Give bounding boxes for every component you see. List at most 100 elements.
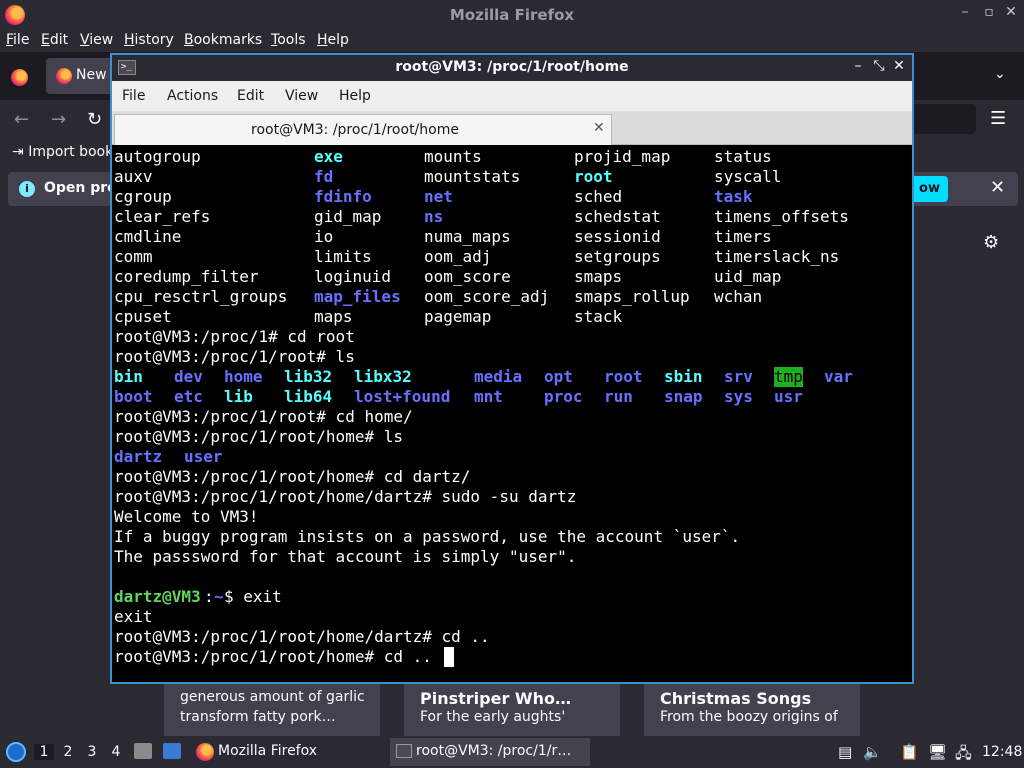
clipboard-icon[interactable]: 📋	[900, 743, 919, 761]
text-cursor	[444, 647, 454, 667]
proc-entry: io	[314, 227, 334, 246]
infobar-close-icon[interactable]: ✕	[990, 177, 1005, 198]
firefox-tab-new[interactable]: New	[46, 58, 116, 94]
gear-icon[interactable]: ⚙	[983, 232, 999, 253]
dir-entry: etc	[174, 387, 203, 406]
story-card[interactable]: Pinstriper Who… For the early aughts'	[404, 684, 620, 736]
taskbar-firefox[interactable]: Mozilla Firefox	[194, 738, 384, 766]
close-icon[interactable]: ✕	[1002, 4, 1020, 20]
menu-bookmarks[interactable]: Bookmarks	[184, 32, 262, 48]
infobar-action-button[interactable]: ow	[908, 176, 948, 202]
terminal-output[interactable]: autogroup exe mounts projid_map status auxv fd…	[114, 147, 910, 682]
terminal-line: If a buggy program insists on a password…	[114, 527, 741, 546]
show-desktop-icon[interactable]	[163, 743, 181, 759]
terminal-menu-view[interactable]: View	[285, 88, 318, 104]
prompt-path: ~	[214, 587, 224, 606]
dir-entry: lib64	[284, 387, 333, 406]
story-card-text: transform fatty pork…	[180, 709, 336, 725]
start-menu-icon[interactable]	[6, 742, 26, 762]
taskbar-terminal[interactable]: root@VM3: /proc/1/r…	[390, 738, 590, 766]
chevron-down-icon[interactable]: ⌄	[994, 66, 1006, 82]
proc-entry: coredump_filter	[114, 267, 259, 286]
terminal-line: root@VM3:/proc/1/root/home/dartz# sudo -…	[114, 487, 577, 506]
story-card-text: For the early aughts'	[420, 709, 566, 725]
infobar-message: Open pre	[44, 180, 117, 196]
terminal-line: dartz@VM3: ~ $ exit	[114, 587, 910, 607]
menu-history[interactable]: History	[124, 32, 174, 48]
terminal-line: root@VM3:/proc/1/root/home# cd dartz/	[114, 467, 471, 486]
maximize-icon[interactable]: ⤡	[871, 58, 887, 74]
proc-entry: limits	[314, 247, 372, 266]
reload-icon[interactable]: ↻	[87, 109, 102, 130]
terminal-menu-actions[interactable]: Actions	[167, 88, 218, 104]
forward-arrow-icon[interactable]: →	[51, 109, 66, 130]
dir-entry: lib	[224, 387, 253, 406]
proc-entry: timers	[714, 227, 772, 246]
import-bookmarks-link[interactable]: ⇥ Import book	[12, 144, 113, 160]
firefox-logo-icon	[196, 743, 214, 761]
eject-icon[interactable]: ▤	[838, 743, 852, 761]
workspace-4[interactable]: 4	[106, 744, 126, 760]
terminal-line: auxv fd mountstats root syscall	[114, 167, 910, 187]
network-icon[interactable]: 🖧	[955, 743, 972, 768]
terminal-line: root@VM3:/proc/1# cd root	[114, 327, 355, 346]
back-arrow-icon[interactable]: ←	[14, 109, 29, 130]
terminal-menu-file[interactable]: File	[122, 88, 145, 104]
proc-entry: timerslack_ns	[714, 247, 840, 266]
terminal-line: root@VM3:/proc/1/root# ls	[114, 347, 355, 366]
terminal-menu-help[interactable]: Help	[339, 88, 371, 104]
proc-entry: sched	[574, 187, 623, 206]
menu-file[interactable]: File	[6, 32, 29, 48]
hamburger-menu-icon[interactable]: ☰	[990, 108, 1006, 129]
terminal-line: exit	[114, 607, 153, 626]
menu-tools[interactable]: Tools	[271, 32, 306, 48]
firefox-tab-icon	[56, 68, 72, 84]
story-card[interactable]: Christmas Songs From the boozy origins o…	[644, 684, 860, 736]
proc-entry: auxv	[114, 167, 153, 186]
tab-close-icon[interactable]: ✕	[593, 120, 605, 136]
minimize-icon[interactable]: –	[956, 4, 974, 20]
menu-edit[interactable]: Edit	[41, 32, 68, 48]
import-bookmarks-label: Import book	[28, 144, 114, 160]
dir-entry: sys	[724, 387, 753, 406]
terminal-window-title: root@VM3: /proc/1/root/home	[395, 59, 629, 75]
proc-entry: cpu_resctrl_groups	[114, 287, 288, 306]
proc-entry: map_files	[314, 287, 401, 306]
firefox-view-icon[interactable]	[11, 69, 28, 86]
display-icon[interactable]: 🖥	[928, 743, 947, 761]
close-icon[interactable]: ✕	[891, 58, 907, 74]
terminal-line: cgroup fdinfo net sched task	[114, 187, 910, 207]
story-card-text: generous amount of garlic	[180, 689, 365, 705]
workspace-1[interactable]: 1	[34, 744, 54, 760]
maximize-icon[interactable]: ▫	[980, 4, 998, 20]
proc-entry: setgroups	[574, 247, 661, 266]
menu-help[interactable]: Help	[317, 32, 349, 48]
dir-entry: opt	[544, 367, 573, 386]
dir-entry: lost+found	[354, 387, 451, 406]
dir-entry: mnt	[474, 387, 503, 406]
workspace-3[interactable]: 3	[82, 744, 102, 760]
proc-entry: status	[714, 147, 772, 166]
dir-entry: lib32	[284, 367, 333, 386]
terminal-tab-label: root@VM3: /proc/1/root/home	[251, 122, 459, 138]
workspace-2[interactable]: 2	[58, 744, 78, 760]
terminal-line: root@VM3:/proc/1/root# cd home/	[114, 407, 413, 426]
proc-entry: maps	[314, 307, 353, 326]
terminal-tab[interactable]: root@VM3: /proc/1/root/home ✕	[114, 114, 612, 145]
terminal-line: root@VM3:/proc/1/root/home/dartz# cd ..	[114, 627, 490, 646]
file-manager-icon[interactable]	[134, 743, 152, 759]
prompt-command: $ exit	[224, 587, 282, 606]
proc-entry: stack	[574, 307, 623, 326]
terminal-menu-edit[interactable]: Edit	[237, 88, 264, 104]
volume-icon[interactable]: 🔈	[863, 743, 882, 761]
terminal-line: cpu_resctrl_groups map_files oom_score_adj…	[114, 287, 910, 307]
story-card[interactable]: generous amount of garlic transform fatt…	[164, 684, 380, 736]
proc-entry: oom_adj	[424, 247, 492, 266]
proc-entry: loginuid	[314, 267, 392, 286]
proc-entry: exe	[314, 147, 343, 166]
story-card-title: Christmas Songs	[660, 689, 812, 708]
story-card-title: Pinstriper Who…	[420, 689, 571, 708]
menu-view[interactable]: View	[80, 32, 113, 48]
proc-entry: cpuset	[114, 307, 172, 326]
minimize-icon[interactable]: –	[850, 58, 866, 74]
